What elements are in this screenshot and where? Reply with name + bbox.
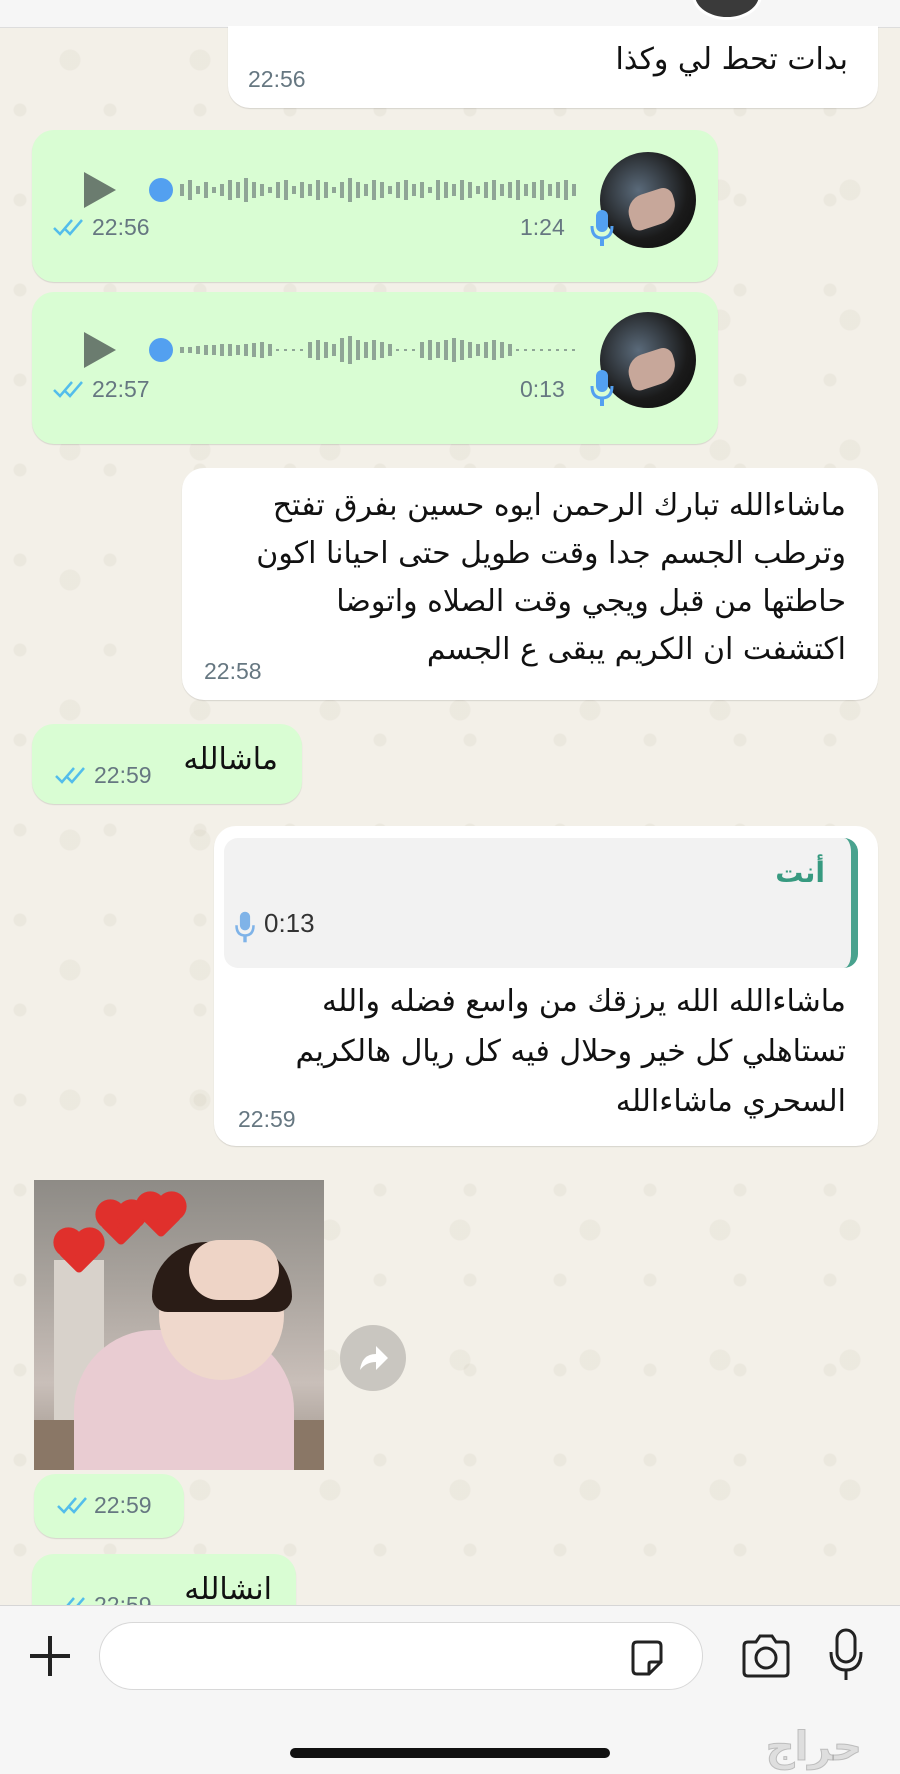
read-ticks-icon — [53, 219, 83, 236]
shared-photo[interactable] — [34, 1180, 324, 1470]
message-bubble-incoming[interactable]: بدات تحط لي وكذا 22:56 — [228, 26, 878, 108]
message-time: 22:59 — [238, 1106, 296, 1132]
play-icon[interactable] — [84, 172, 116, 208]
microphone-icon — [590, 370, 614, 406]
read-ticks-icon — [55, 767, 85, 784]
waveform[interactable] — [146, 170, 596, 210]
composer-bar: حراج — [0, 1605, 900, 1774]
voice-message-bubble[interactable]: 22:57 0:13 — [32, 292, 718, 444]
message-text: انشالله — [184, 1572, 272, 1605]
quote-voice-duration: 0:13 — [264, 908, 315, 938]
message-time: 22:56 — [92, 214, 150, 240]
message-bubble-outgoing[interactable]: 22:59 انشالله — [32, 1554, 296, 1605]
message-time: 22:57 — [92, 376, 150, 402]
message-input[interactable] — [99, 1622, 703, 1690]
voice-duration: 0:13 — [520, 376, 565, 402]
forward-button[interactable] — [340, 1325, 406, 1391]
message-text-line: اكتشفت ان الكريم يبقى ع الجسم — [426, 632, 846, 667]
message-text-line: السحري ماشاءالله — [615, 1084, 846, 1119]
message-bubble-incoming[interactable]: ماشاءالله تبارك الرحمن ايوه حسين بفرق تف… — [182, 468, 878, 700]
heart-icon — [139, 1195, 183, 1239]
waveform[interactable] — [146, 330, 596, 370]
microphone-icon — [590, 210, 614, 246]
home-indicator — [290, 1748, 610, 1758]
contact-avatar[interactable] — [692, 0, 762, 20]
plus-icon[interactable] — [26, 1632, 74, 1680]
message-time: 22:59 — [94, 1592, 152, 1605]
quote-author: أنت — [775, 856, 825, 889]
sender-avatar — [600, 152, 696, 248]
voice-message-bubble[interactable]: 22:56 1:24 — [32, 130, 718, 282]
read-ticks-icon — [66, 1597, 85, 1605]
message-time: 22:56 — [248, 66, 306, 92]
voice-duration: 1:24 — [520, 214, 565, 240]
message-text-line: ماشاءالله الله يرزقك من واسع فضله والله — [322, 984, 846, 1019]
quoted-reply[interactable]: أنت 0:13 — [224, 838, 858, 968]
chat-background: بدات تحط لي وكذا 22:56 22:56 1:24 22:57 … — [0, 0, 900, 1605]
sender-avatar — [600, 312, 696, 408]
microphone-icon — [235, 911, 255, 943]
forward-icon — [360, 1346, 388, 1370]
message-time: 22:59 — [94, 1492, 152, 1518]
message-text: بدات تحط لي وكذا — [615, 42, 848, 77]
message-time: 22:59 — [94, 762, 152, 788]
camera-icon[interactable] — [740, 1634, 792, 1678]
message-text-line: ماشاءالله تبارك الرحمن ايوه حسين بفرق تف… — [272, 488, 846, 523]
message-text-line: تستاهلي كل خير وحلال فيه كل ريال هالكريم — [295, 1034, 847, 1069]
image-caption-bubble[interactable]: 22:59 — [34, 1474, 184, 1538]
message-text: ماشالله — [183, 742, 278, 777]
sticker-icon[interactable] — [627, 1638, 667, 1678]
read-ticks-icon — [53, 381, 83, 398]
top-header-strip — [0, 0, 900, 28]
message-text-line: حاطتها من قبل ويجي وقت الصلاه واتوضا — [336, 584, 846, 619]
microphone-icon[interactable] — [828, 1628, 864, 1682]
message-text-line: وترطب الجسم جدا وقت طويل حتى احيانا اكون — [256, 536, 846, 571]
message-bubble-outgoing[interactable]: 22:59 ماشالله — [32, 724, 302, 804]
message-time: 22:58 — [204, 658, 262, 684]
watermark-logo: حراج — [765, 1724, 862, 1771]
read-ticks-icon — [57, 1497, 87, 1514]
play-icon[interactable] — [84, 332, 116, 368]
